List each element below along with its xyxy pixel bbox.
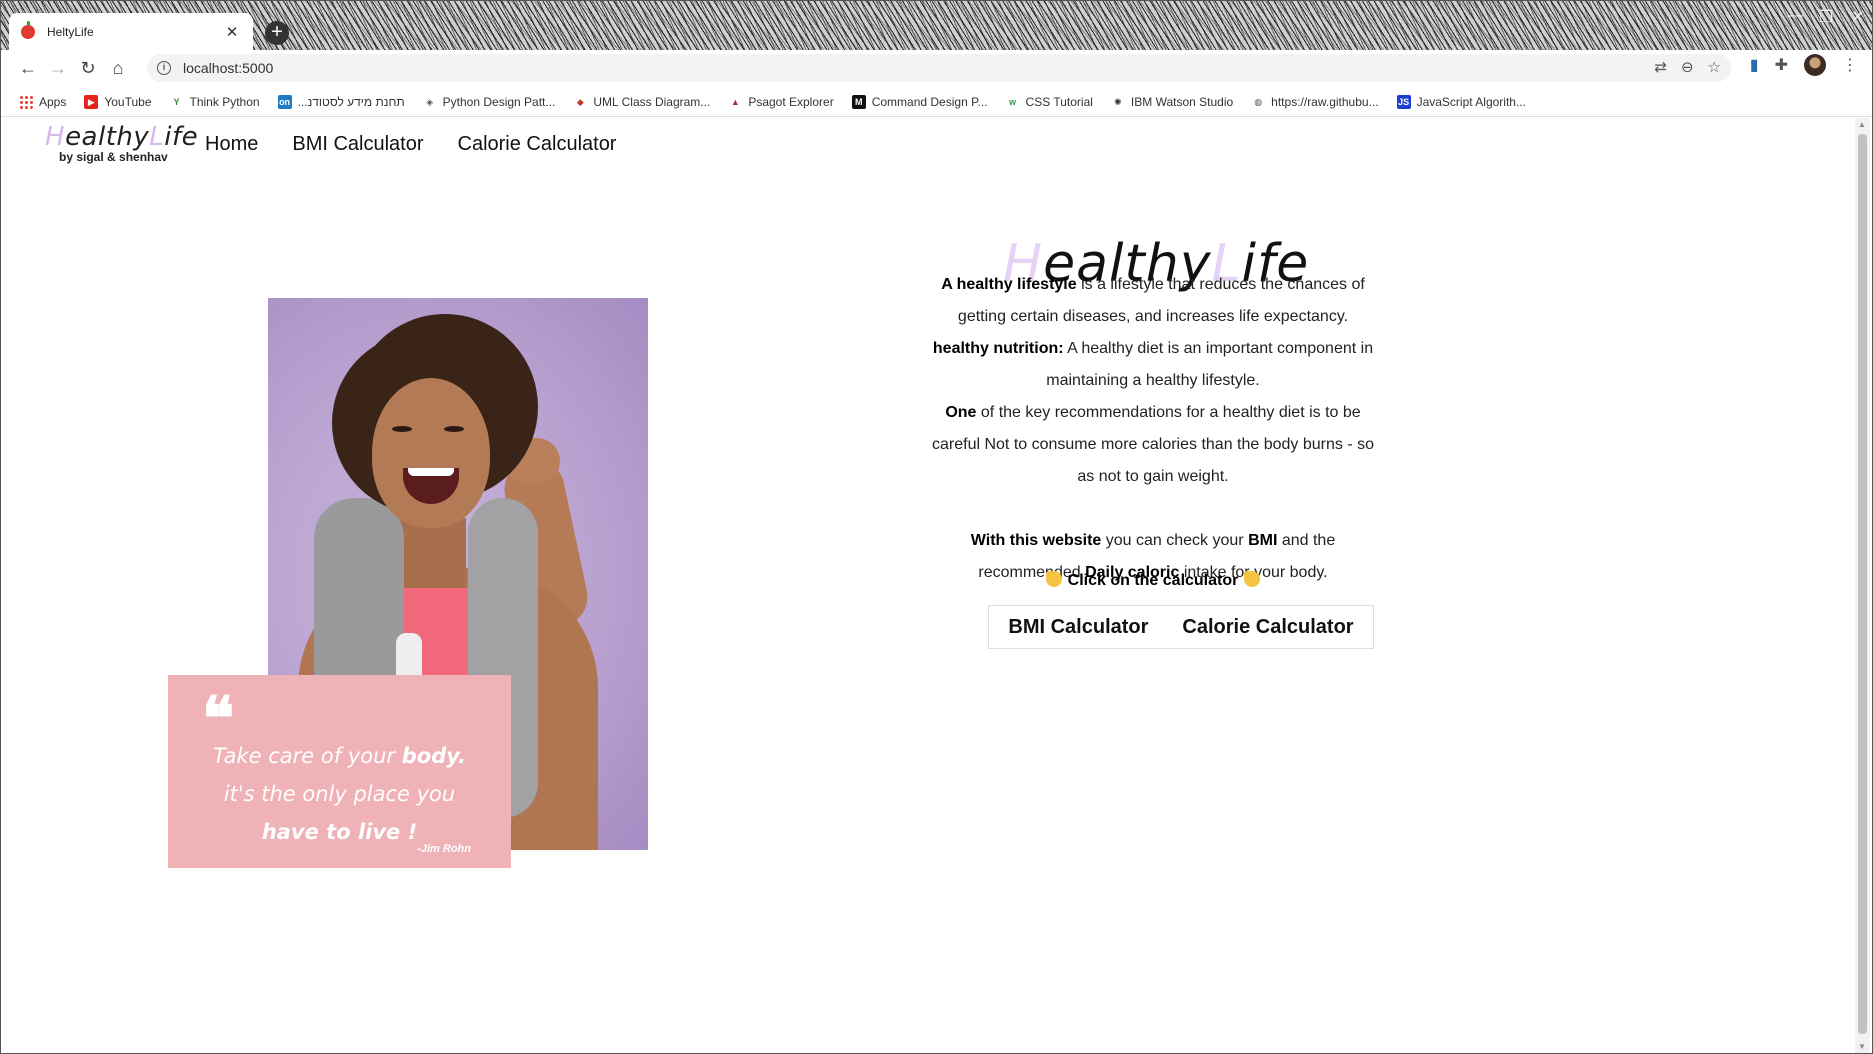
restore-icon[interactable]: ❐ — [1819, 7, 1833, 27]
bmi-calculator-button[interactable]: BMI Calculator — [1008, 616, 1148, 639]
menu-dots-icon[interactable]: ⋮ — [1842, 55, 1858, 75]
python-design-icon: ◈ — [426, 96, 434, 107]
quote-text: Take care of your body. it's the only pl… — [213, 744, 466, 844]
psagot-icon: ▲ — [730, 96, 740, 107]
intro-paragraph-3: One of the key recommendations for a hea… — [932, 404, 1374, 485]
quote-card: ❝ Take care of your body. it's the only … — [168, 675, 511, 868]
intro-paragraph-2: healthy nutrition: A healthy diet is an … — [932, 340, 1374, 389]
scroll-up-icon[interactable]: ▲ — [1858, 120, 1866, 129]
scrollbar-thumb[interactable] — [1858, 134, 1867, 1034]
photo-face — [372, 378, 490, 528]
ibm-watson-icon: ✺ — [1114, 96, 1122, 107]
photo-fist — [504, 438, 560, 484]
pointing-down-hand-icon — [1045, 571, 1062, 587]
apps-grid-icon — [19, 94, 33, 109]
home-icon[interactable]: ⌂ — [103, 53, 133, 83]
logo-byline: by sigal & shenhav — [59, 150, 168, 164]
intro-paragraph-1: A healthy lifestyle is a lifestyle that … — [941, 276, 1365, 325]
extension-bars-icon[interactable]: ▮ — [1750, 55, 1759, 75]
medium-icon: M — [851, 94, 866, 109]
tab-title: HeltyLife — [47, 24, 94, 39]
site-info-icon[interactable]: i — [157, 61, 171, 75]
site-logo[interactable]: HealthyLife by sigal & shenhav — [45, 122, 198, 164]
uml-icon: ◆ — [576, 96, 584, 107]
w3schools-icon: w — [1009, 96, 1017, 107]
zoom-icon[interactable]: ⊖ — [1681, 58, 1694, 76]
nav-home[interactable]: Home — [205, 133, 258, 156]
photo-eye-left — [392, 426, 412, 432]
nav-bmi-calculator[interactable]: BMI Calculator — [292, 133, 423, 156]
bookmark-youtube[interactable]: ▶ YouTube — [84, 94, 152, 109]
bookmark-think-python[interactable]: Y Think Python — [170, 95, 260, 109]
profile-avatar[interactable] — [1804, 54, 1826, 76]
bookmark-student-info[interactable]: on ...תחנת מידע לסטודנ — [277, 94, 405, 109]
think-python-icon: Y — [173, 96, 180, 107]
extensions-puzzle-icon[interactable]: ✚ — [1775, 55, 1788, 75]
scroll-down-icon[interactable]: ▼ — [1858, 1042, 1866, 1051]
youtube-icon: ▶ — [84, 94, 99, 109]
bookmark-command-design[interactable]: M Command Design P... — [851, 94, 988, 109]
address-bar[interactable]: i localhost:5000 ⇄ ⊖ ☆ — [147, 54, 1731, 82]
calculator-links: BMI Calculator Calorie Calculator — [988, 605, 1374, 649]
calculator-cta: Click on the calculator — [923, 571, 1383, 590]
bookmark-raw-github[interactable]: ◍ https://raw.githubu... — [1251, 95, 1378, 109]
photo-teeth — [408, 468, 454, 476]
js-icon: JS — [1396, 94, 1411, 109]
url-text[interactable]: localhost:5000 — [183, 60, 273, 76]
bookmark-js-algorithms[interactable]: JS JavaScript Algorith... — [1396, 94, 1526, 109]
globe-icon: ◍ — [1254, 96, 1263, 107]
page-scrollbar[interactable]: ▲ ▼ — [1855, 118, 1870, 1053]
back-icon[interactable]: ← — [13, 53, 43, 83]
main-nav: Home BMI Calculator Calorie Calculator — [205, 133, 616, 156]
quote-author: -Jim Rohn — [417, 843, 471, 855]
web-page: HealthyLife by sigal & shenhav Home BMI … — [3, 118, 1857, 1053]
tab-close-icon[interactable]: ✕ — [223, 23, 241, 41]
nav-calorie-calculator[interactable]: Calorie Calculator — [458, 133, 617, 156]
browser-tab[interactable]: HeltyLife ✕ — [9, 13, 253, 50]
bookmarks-bar: Apps ▶ YouTube Y Think Python on ...תחנת מי… — [1, 87, 1872, 117]
bookmark-css-tutorial[interactable]: w CSS Tutorial — [1006, 95, 1093, 109]
bookmark-uml[interactable]: ◆ UML Class Diagram... — [573, 95, 710, 109]
bookmark-psagot[interactable]: ▲ Psagot Explorer — [728, 95, 834, 109]
photo-eye-right — [444, 426, 464, 432]
browser-toolbar: ← → ↻ ⌂ i localhost:5000 ⇄ ⊖ ☆ ▮ ✚ ⋮ — [1, 50, 1872, 86]
logo-text: HealthyLife — [45, 122, 199, 152]
reload-icon[interactable]: ↻ — [73, 53, 103, 83]
bookmark-ibm-watson[interactable]: ✺ IBM Watson Studio — [1111, 95, 1233, 109]
apple-favicon-icon — [21, 20, 35, 39]
bookmark-python-design[interactable]: ◈ Python Design Patt... — [423, 95, 555, 109]
title-bar: HeltyLife ✕ + — ❐ ✕ — [1, 1, 1872, 50]
browser-window: HeltyLife ✕ + — ❐ ✕ ← → ↻ ⌂ i localhost:… — [0, 0, 1873, 1054]
new-tab-button[interactable]: + — [265, 21, 289, 45]
bookmark-star-icon[interactable]: ☆ — [1708, 58, 1721, 76]
forward-icon[interactable]: → — [43, 53, 73, 83]
bookmark-apps[interactable]: Apps — [19, 94, 66, 109]
minimize-icon[interactable]: — — [1787, 7, 1803, 25]
translate-icon[interactable]: ⇄ — [1654, 58, 1667, 76]
window-close-icon[interactable]: ✕ — [1851, 7, 1864, 27]
on-icon: on — [277, 94, 292, 109]
calorie-calculator-button[interactable]: Calorie Calculator — [1182, 616, 1353, 639]
photo-neck — [394, 518, 466, 588]
pointing-down-hand-icon — [1244, 571, 1261, 587]
intro-text: A healthy lifestyle is a lifestyle that … — [923, 269, 1383, 589]
